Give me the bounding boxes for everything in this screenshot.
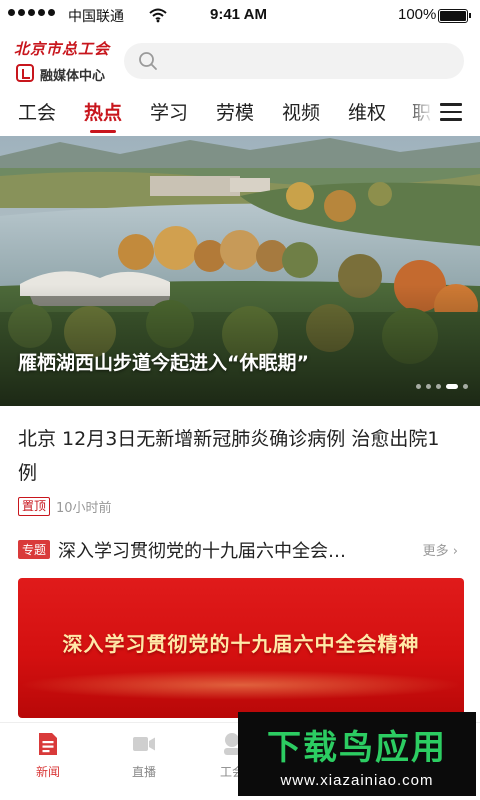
banner-caption: 雁栖湖西山步道今起进入“休眠期” <box>18 352 309 374</box>
logo-title: 北京市总工会 <box>14 40 111 58</box>
topic-banner-text: 深入学习贯彻党的十九届六中全会精神 <box>62 632 420 656</box>
topic-badge: 专题 <box>18 540 51 559</box>
logo-mark-icon <box>16 64 34 82</box>
app-logo[interactable]: 北京市总工会 融媒体中心 <box>14 38 114 86</box>
clock: 9:41 AM <box>210 6 267 23</box>
hero-banner[interactable]: 雁栖湖西山步道今起进入“休眠期” <box>0 136 480 406</box>
signal-strength-icon <box>8 9 55 16</box>
live-video-icon <box>133 737 155 751</box>
carousel-dot <box>463 384 468 389</box>
tab-rights[interactable]: 维权 <box>348 98 386 125</box>
status-bar: 中国联通 9:41 AM 100% <box>0 0 480 32</box>
chevron-right-icon: › <box>448 544 458 559</box>
watermark-url: www.xiazainiao.com <box>280 772 434 789</box>
active-tab-indicator <box>90 130 116 133</box>
topic-banner[interactable]: 深入学习贯彻党的十九届六中全会精神 <box>18 578 464 718</box>
wifi-icon <box>149 8 167 23</box>
more-link[interactable]: 更多 › <box>423 540 458 559</box>
channel-tabs: 工会 热点 学习 劳模 视频 维权 职 <box>0 92 480 134</box>
headline-title[interactable]: 北京 12月3日无新增新冠肺炎确诊病例 治愈出院1例 <box>18 422 458 490</box>
nav-live[interactable]: 直播 <box>114 731 174 780</box>
watermark: 下载鸟应用 www.xiazainiao.com <box>238 712 476 796</box>
topic-title[interactable]: 深入学习贯彻党的十九届六中全会… <box>58 537 346 563</box>
carousel-dot <box>426 384 431 389</box>
publish-time: 10小时前 <box>56 501 112 516</box>
headline-meta: 置顶 10小时前 <box>18 497 112 516</box>
nav-label: 直播 <box>131 765 156 779</box>
nav-news[interactable]: 新闻 <box>18 731 78 780</box>
tab-study[interactable]: 学习 <box>150 98 188 125</box>
search-icon <box>139 52 157 70</box>
watermark-title: 下载鸟应用 <box>267 728 447 768</box>
tab-hot[interactable]: 热点 <box>84 98 122 125</box>
logo-subtitle: 融媒体中心 <box>40 69 106 84</box>
battery-percent: 100% <box>398 6 437 23</box>
tab-model-workers[interactable]: 劳模 <box>216 98 254 125</box>
carousel-dot-active <box>446 384 458 389</box>
topic-row[interactable]: 专题 深入学习贯彻党的十九届六中全会… 更多 › <box>18 536 464 564</box>
search-input[interactable] <box>124 43 464 79</box>
carousel-dot <box>436 384 441 389</box>
menu-icon[interactable] <box>440 103 462 121</box>
nav-label: 新闻 <box>35 765 60 779</box>
more-label: 更多 <box>422 544 449 559</box>
pinned-badge: 置顶 <box>18 497 51 516</box>
app-header: 北京市总工会 融媒体中心 <box>0 36 480 88</box>
tab-union[interactable]: 工会 <box>18 98 56 125</box>
tab-video[interactable]: 视频 <box>282 98 320 125</box>
carousel-dot <box>416 384 421 389</box>
carousel-indicator <box>416 384 468 389</box>
tabs-fade <box>404 92 434 134</box>
battery-icon <box>438 9 471 23</box>
carrier-name: 中国联通 <box>68 9 124 25</box>
news-icon <box>39 733 57 755</box>
